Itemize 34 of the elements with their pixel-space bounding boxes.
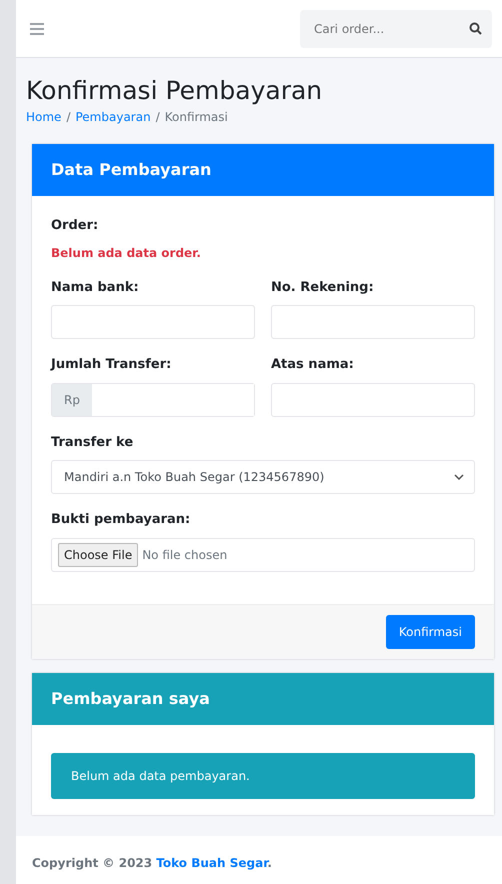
field-label: Atas nama: — [271, 356, 355, 374]
field-label: Jumlah Transfer: — [51, 356, 172, 374]
search-bar[interactable]: Cari order... — [300, 10, 492, 48]
breadcrumb-separator: / — [154, 109, 161, 126]
info-alert: Belum ada data pembayaran. — [51, 752, 475, 798]
field-label: Transfer ke — [51, 434, 134, 452]
file-status-text: No file chosen — [142, 546, 228, 564]
select-field[interactable]: Mandiri a.n Toko Buah Segar (1234567890) — [51, 460, 475, 494]
menu-icon[interactable] — [30, 22, 44, 34]
card-header: Data Pembayaran — [32, 144, 494, 196]
input-field[interactable] — [271, 305, 475, 339]
store-link[interactable]: Toko Buah Segar — [156, 856, 268, 870]
confirm-button[interactable]: Konfirmasi — [386, 614, 475, 648]
search-icon[interactable] — [469, 22, 482, 35]
breadcrumb-link[interactable]: Home — [26, 108, 62, 126]
search-field[interactable]: Cari order... — [312, 18, 469, 38]
field-label: Order: — [51, 217, 100, 235]
field-label: No. Rekening: — [271, 278, 375, 296]
currency-prefix: Rp — [52, 384, 92, 416]
input-field[interactable] — [51, 305, 255, 339]
field-label: Nama bank: — [51, 278, 140, 296]
select-value: Mandiri a.n Toko Buah Segar (1234567890) — [64, 469, 324, 486]
input-field[interactable] — [271, 382, 475, 416]
copyright-text: Copyright © 2023 Toko Buah Segar. — [32, 856, 272, 870]
breadcrumb-current: Konfirmasi — [164, 109, 228, 126]
order-status-text: Belum ada data order. — [51, 244, 202, 262]
field-label: Bukti pembayaran: — [51, 511, 192, 529]
chevron-icon — [454, 474, 464, 480]
choose-file-button[interactable]: Choose File — [58, 542, 138, 566]
amount-input-group[interactable]: Rp — [51, 382, 255, 416]
page-title: Konfirmasi Pembayaran — [26, 76, 324, 106]
breadcrumb-link[interactable]: Pembayaran — [75, 108, 151, 126]
card-header: Pembayaran saya — [32, 672, 494, 724]
breadcrumb-separator: / — [65, 109, 72, 126]
